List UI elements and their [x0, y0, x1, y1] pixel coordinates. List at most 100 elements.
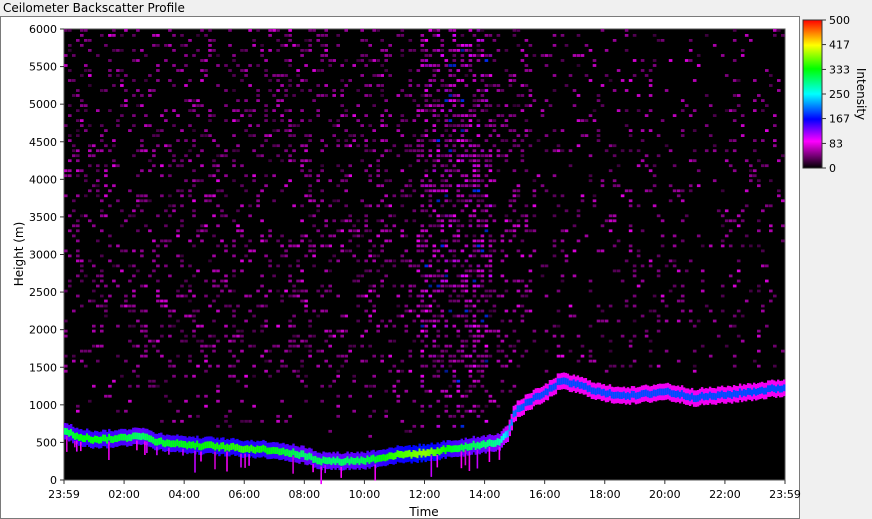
noise-cell: [320, 69, 324, 72]
noise-cell: [224, 324, 228, 328]
noise-cell: [356, 304, 360, 308]
noise-cell: [456, 94, 461, 97]
noise-cell: [444, 214, 449, 218]
noise-cell: [468, 194, 473, 198]
noise-cell: [600, 184, 605, 188]
noise-cell: [188, 194, 192, 198]
noise-cell: [736, 334, 741, 338]
noise-cell: [472, 364, 477, 368]
noise-cell: [444, 324, 449, 328]
noise-cell: [224, 64, 228, 67]
noise-cell: [444, 179, 449, 183]
noise-cell: [304, 39, 308, 42]
noise-cell: [496, 84, 501, 87]
noise-cell: [516, 44, 521, 47]
noise-cell: [456, 274, 461, 278]
noise-cell: [148, 199, 152, 203]
noise-cell: [96, 239, 100, 243]
noise-cell: [484, 159, 489, 163]
noise-cell: [312, 334, 316, 338]
noise-cell: [212, 269, 216, 273]
noise-cell: [592, 204, 597, 208]
noise-cell: [484, 164, 489, 168]
noise-cell: [376, 204, 380, 208]
noise-cell: [168, 214, 172, 218]
noise-cell: [432, 184, 437, 188]
noise-cell: [508, 229, 513, 233]
noise-cell: [492, 39, 497, 42]
noise-cell: [444, 189, 449, 193]
noise-cell: [424, 119, 429, 122]
noise-cell: [732, 59, 737, 62]
noise-cell: [652, 34, 657, 37]
noise-cell: [84, 109, 88, 112]
noise-cell: [356, 144, 360, 148]
noise-cell: [476, 269, 481, 273]
noise-cell: [572, 314, 577, 318]
noise-cell: [316, 209, 320, 213]
noise-cell: [480, 334, 485, 338]
noise-cell: [240, 349, 244, 353]
noise-cell: [68, 279, 72, 283]
noise-cell: [396, 124, 401, 127]
noise-cell: [304, 384, 308, 388]
noise-cell: [460, 124, 465, 127]
noise-cell: [528, 229, 533, 233]
noise-cell: [408, 264, 413, 268]
noise-cell: [100, 124, 104, 127]
colorbar-tick-label: 0: [829, 162, 836, 175]
noise-cell: [384, 224, 388, 228]
noise-cell: [316, 174, 320, 178]
noise-cell: [428, 234, 433, 238]
noise-cell: [392, 144, 397, 148]
noise-cell: [440, 204, 445, 208]
noise-cell: [740, 339, 745, 343]
noise-cell: [452, 59, 457, 62]
noise-cell: [260, 234, 264, 238]
noise-cell: [712, 179, 717, 183]
noise-cell: [769, 74, 773, 77]
noise-cell: [676, 269, 681, 273]
noise-cell: [248, 294, 252, 298]
noise-cell: [424, 304, 429, 308]
noise-cell: [640, 159, 645, 163]
noise-cell: [64, 174, 68, 178]
noise-cell: [436, 314, 441, 318]
noise-cell: [424, 189, 429, 193]
noise-cell: [484, 354, 489, 358]
noise-cell: [476, 324, 481, 328]
noise-cell: [692, 79, 697, 82]
noise-cell: [520, 49, 525, 52]
noise-cell: [420, 309, 425, 313]
noise-cell: [452, 104, 457, 107]
noise-cell: [628, 204, 633, 208]
noise-cell: [564, 254, 569, 258]
noise-cell: [352, 279, 356, 283]
noise-cell: [440, 284, 445, 288]
noise-cell: [696, 234, 701, 238]
noise-cell: [448, 284, 453, 288]
noise-cell: [761, 309, 765, 313]
noise-cell: [448, 354, 453, 358]
noise-cell: [444, 164, 449, 168]
noise-cell: [524, 69, 529, 72]
noise-cell: [384, 169, 388, 173]
noise-cell: [352, 379, 356, 383]
noise-cell: [472, 269, 477, 273]
noise-cell: [228, 69, 232, 72]
noise-cell: [668, 289, 673, 293]
noise-cell: [200, 79, 204, 82]
noise-cell: [148, 274, 152, 278]
noise-cell: [88, 189, 92, 193]
noise-cell: [492, 119, 497, 122]
noise-cell: [460, 249, 465, 253]
noise-cell: [396, 379, 401, 383]
noise-cell: [468, 369, 473, 373]
noise-cell: [504, 289, 509, 293]
noise-cell: [296, 84, 300, 87]
noise-cell: [476, 329, 481, 333]
noise-cell: [424, 334, 429, 338]
noise-cell: [436, 319, 441, 323]
noise-cell: [152, 149, 156, 153]
noise-cell: [484, 194, 489, 198]
